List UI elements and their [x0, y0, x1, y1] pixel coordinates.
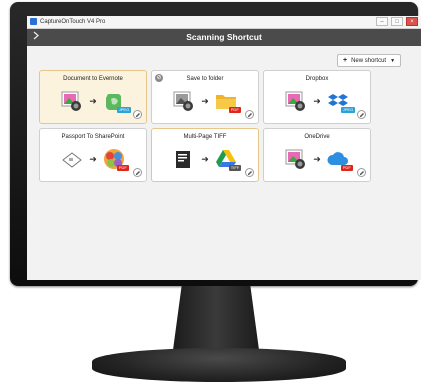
- caret-down-icon: ▼: [390, 57, 396, 64]
- shortcut-card[interactable]: ⊘ Save to folder ➜ PDF: [151, 70, 259, 124]
- google-drive-icon: TIFF: [215, 148, 242, 171]
- minimize-button[interactable]: –: [376, 17, 388, 26]
- shortcut-title: Dropbox: [305, 76, 329, 82]
- shortcut-card[interactable]: Passport To SharePoint ➜ PDF: [39, 128, 147, 182]
- maximize-button[interactable]: □: [391, 17, 403, 26]
- shortcut-flow: ➜ JPEG: [264, 86, 370, 116]
- shortcut-flow: ➜ JPEG: [40, 86, 146, 116]
- arrow-right-icon: ➜: [201, 153, 209, 164]
- format-badge: JPEG: [116, 107, 132, 113]
- shortcut-flow: ➜ PDF: [152, 86, 258, 116]
- photo-icon: [61, 90, 83, 112]
- document-icon: [173, 148, 195, 170]
- shortcut-card[interactable]: OneDrive ➜ PDF: [263, 128, 371, 182]
- app-logo-icon: [30, 18, 37, 25]
- shortcut-title: Document to Evernote: [63, 76, 123, 82]
- shortcut-card[interactable]: Dropbox ➜ JPEG: [263, 70, 371, 124]
- evernote-icon: JPEG: [103, 90, 132, 113]
- shortcut-flow: ➜ TIFF: [152, 144, 258, 174]
- shortcut-title: Save to folder: [186, 76, 224, 82]
- sharepoint-icon: PDF: [103, 148, 129, 171]
- shortcut-title: Multi-Page TIFF: [183, 134, 227, 140]
- edit-pencil-icon[interactable]: [245, 110, 254, 119]
- app-window: CaptureOnTouch V4 Pro – □ × Scanning Sho…: [27, 16, 421, 280]
- photo-icon: [285, 148, 307, 170]
- new-shortcut-button[interactable]: + New shortcut ▼: [337, 54, 401, 67]
- photo-icon: [173, 90, 195, 112]
- edit-pencil-icon[interactable]: [133, 168, 142, 177]
- format-badge: PDF: [340, 165, 353, 171]
- format-badge: TIFF: [228, 165, 242, 171]
- page-title: Scanning Shortcut: [186, 32, 262, 42]
- format-badge: PDF: [228, 107, 241, 113]
- dropbox-icon: JPEG: [327, 90, 356, 113]
- passport-icon: [61, 148, 83, 170]
- arrow-right-icon: ➜: [201, 95, 209, 106]
- monitor-stand-neck: [173, 286, 259, 350]
- window-titlebar: CaptureOnTouch V4 Pro – □ ×: [27, 16, 421, 29]
- plus-icon: +: [342, 57, 348, 64]
- shortcut-flow: ➜ PDF: [40, 144, 146, 174]
- arrow-right-icon: ➜: [89, 153, 97, 164]
- close-button[interactable]: ×: [406, 17, 418, 26]
- shortcut-title: OneDrive: [304, 134, 330, 140]
- format-badge: JPEG: [340, 107, 356, 113]
- arrow-right-icon: ➜: [89, 95, 97, 106]
- folder-icon: PDF: [215, 90, 241, 113]
- format-badge: PDF: [116, 165, 129, 171]
- onedrive-icon: PDF: [327, 148, 353, 171]
- app-header: Scanning Shortcut: [27, 29, 421, 46]
- shortcut-grid: Document to Evernote ➜ JPEG ⊘ Save to fo…: [39, 70, 409, 182]
- arrow-right-icon: ➜: [313, 95, 321, 106]
- shortcut-title: Passport To SharePoint: [61, 134, 125, 140]
- edit-pencil-icon[interactable]: [357, 168, 366, 177]
- window-title: CaptureOnTouch V4 Pro: [40, 19, 106, 25]
- window-controls: – □ ×: [376, 17, 418, 26]
- edit-pencil-icon[interactable]: [357, 110, 366, 119]
- shortcut-panel: + New shortcut ▼ Document to Evernote ➜ …: [27, 46, 421, 280]
- edit-pencil-icon[interactable]: [245, 168, 254, 177]
- new-shortcut-label: New shortcut: [351, 57, 387, 64]
- shortcut-flow: ➜ PDF: [264, 144, 370, 174]
- arrow-right-icon: ➜: [313, 153, 321, 164]
- monitor-stand-base: [92, 348, 346, 382]
- photo-icon: [285, 90, 307, 112]
- shortcut-card[interactable]: Document to Evernote ➜ JPEG: [39, 70, 147, 124]
- shortcut-card[interactable]: Multi-Page TIFF ➜ TIFF: [151, 128, 259, 182]
- edit-pencil-icon[interactable]: [133, 110, 142, 119]
